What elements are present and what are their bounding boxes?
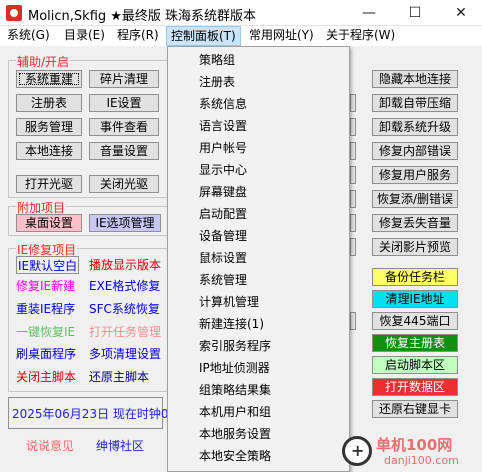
restore-right-click-button[interactable]: 还原右键显卡: [372, 400, 458, 418]
assist-group-title: 辅助/开启: [16, 53, 71, 70]
watermark-domain: danji100.com: [384, 454, 459, 467]
backup-taskbar-button[interactable]: 备份任务栏: [372, 268, 458, 286]
menu-item-registry[interactable]: 注册表: [199, 71, 235, 93]
desktop-settings-button[interactable]: 桌面设置: [16, 214, 82, 232]
close-video-preview-button[interactable]: 关闭影片预览: [372, 238, 458, 256]
hidden-button-edge[interactable]: [350, 166, 356, 184]
menu-item-ip-detector[interactable]: IP地址侦测器: [199, 357, 270, 379]
defrag-button[interactable]: 碎片清理: [89, 70, 159, 88]
show-version-link[interactable]: 播放显示版本: [89, 256, 161, 274]
menu-item-system-management[interactable]: 系统管理: [199, 269, 247, 291]
hide-local-connection-button[interactable]: 隐藏本地连接: [372, 70, 458, 88]
minimize-button[interactable]: —: [346, 0, 392, 26]
close-cd-button[interactable]: 关闭光驱: [89, 175, 159, 193]
fix-user-service-button[interactable]: 修复用户服务: [372, 166, 458, 184]
event-viewer-button[interactable]: 事件查看: [89, 118, 159, 136]
menu-system[interactable]: 系统(G): [3, 26, 54, 46]
watermark-brand: 单机100网: [376, 436, 453, 454]
hidden-button-edge[interactable]: [350, 118, 356, 136]
menu-item-device-manager[interactable]: 设备管理: [199, 225, 247, 247]
hidden-button-edge[interactable]: [350, 94, 356, 112]
title-bar: Molicn,Skfig ★最终版 珠海系统群版本 — ☐ ✕: [0, 0, 482, 26]
control-panel-dropdown: 策略组 注册表 系统信息 语言设置 用户帐号 显示中心 屏幕键盘 启动配置 设备…: [167, 46, 350, 472]
restore-port-445-button[interactable]: 恢复445端口: [372, 312, 458, 330]
restore-main-registry-button[interactable]: 恢复主册表: [372, 334, 458, 352]
menu-about[interactable]: 关于程序(W): [322, 26, 399, 46]
exe-format-link[interactable]: EXE格式修复: [89, 277, 160, 295]
hidden-button-edge[interactable]: [350, 142, 356, 160]
sfc-restore-link[interactable]: SFC系统恢复: [89, 300, 160, 318]
clean-ie-address-button[interactable]: 清理IE地址: [372, 290, 458, 308]
menu-item-language[interactable]: 语言设置: [199, 115, 247, 137]
ie-options-button[interactable]: IE选项管理: [89, 214, 161, 232]
watermark: + 单机100网 danji100.com: [342, 432, 482, 472]
registry-button[interactable]: 注册表: [16, 94, 82, 112]
menu-control-panel[interactable]: 控制面板(T): [166, 26, 241, 46]
uninstall-upgrade-button[interactable]: 卸载系统升级: [372, 118, 458, 136]
hidden-button-edge[interactable]: [350, 238, 356, 256]
restore-add-delete-button[interactable]: 恢复添/删错误: [372, 190, 458, 208]
menu-item-local-security[interactable]: 本地安全策略: [199, 445, 271, 467]
community-link[interactable]: 绅博社区: [96, 437, 144, 454]
uninstall-zip-button[interactable]: 卸载自带压缩: [372, 94, 458, 112]
ie-default-blank-link[interactable]: IE默认空白: [16, 256, 80, 274]
close-button[interactable]: ✕: [438, 0, 482, 26]
menu-programs[interactable]: 程序(R): [113, 26, 163, 46]
menu-common-sites[interactable]: 常用网址(Y): [245, 26, 318, 46]
refresh-desktop-link[interactable]: 刷桌面程序: [16, 345, 76, 363]
menu-item-display-center[interactable]: 显示中心: [199, 159, 247, 181]
fix-lost-volume-button[interactable]: 修复丢失音量: [372, 214, 458, 232]
local-connection-button[interactable]: 本地连接: [16, 142, 82, 160]
rebuild-system-button[interactable]: 系统重建: [16, 70, 82, 88]
watermark-logo-icon: +: [342, 436, 372, 466]
start-script-area-button[interactable]: 启动脚本区: [372, 356, 458, 374]
menu-item-system-info[interactable]: 系统信息: [199, 93, 247, 115]
multi-clean-link[interactable]: 多项清理设置: [89, 345, 161, 363]
menu-bar: 系统(G) 目录(E) 程序(R) 控制面板(T) 常用网址(Y) 关于程序(W…: [0, 26, 482, 46]
open-data-area-button[interactable]: 打开数据区: [372, 378, 458, 396]
menu-item-user-account[interactable]: 用户帐号: [199, 137, 247, 159]
one-click-ie-link[interactable]: 一键恢复IE: [16, 323, 75, 341]
app-icon: [6, 5, 22, 21]
menu-item-mouse[interactable]: 鼠标设置: [199, 247, 247, 269]
menu-item-rsop[interactable]: 组策略结果集: [199, 379, 271, 401]
hidden-button-edge[interactable]: [350, 312, 356, 330]
open-cd-button[interactable]: 打开光驱: [16, 175, 82, 193]
menu-item-computer-management[interactable]: 计算机管理: [199, 291, 259, 313]
maximize-button[interactable]: ☐: [392, 0, 438, 26]
open-task-manager-link[interactable]: 打开任务管理: [89, 323, 161, 341]
close-main-script-link[interactable]: 关闭主脚本: [16, 368, 76, 386]
clock-text: 2025年06月23日 现在时钟08: [12, 407, 177, 421]
hidden-button-edge[interactable]: [350, 214, 356, 232]
reinstall-ie-link[interactable]: 重装IE程序: [16, 300, 75, 318]
feedback-link[interactable]: 说说意见: [26, 437, 74, 454]
menu-item-local-users[interactable]: 本机用户和组: [199, 401, 271, 423]
service-management-button[interactable]: 服务管理: [16, 118, 82, 136]
menu-item-indexing-service[interactable]: 索引服务程序: [199, 335, 271, 357]
restore-main-script-link[interactable]: 还原主脚本: [89, 368, 149, 386]
menu-item-policy-group[interactable]: 策略组: [199, 49, 235, 71]
fix-ie-new-link[interactable]: 修复IE新建: [16, 277, 75, 295]
hidden-button-edge[interactable]: [350, 190, 356, 208]
menu-directory[interactable]: 目录(E): [60, 26, 109, 46]
window-title: Molicn,Skfig ★最终版 珠海系统群版本: [28, 9, 257, 24]
menu-item-screen-keyboard[interactable]: 屏幕键盘: [199, 181, 247, 203]
volume-settings-button[interactable]: 音量设置: [89, 142, 159, 160]
menu-item-new-connection[interactable]: 新建连接(1): [199, 313, 264, 335]
menu-item-local-services[interactable]: 本地服务设置: [199, 423, 271, 445]
fix-internal-errors-button[interactable]: 修复内部错误: [372, 142, 458, 160]
menu-item-startup-config[interactable]: 启动配置: [199, 203, 247, 225]
ie-settings-button[interactable]: IE设置: [89, 94, 159, 112]
